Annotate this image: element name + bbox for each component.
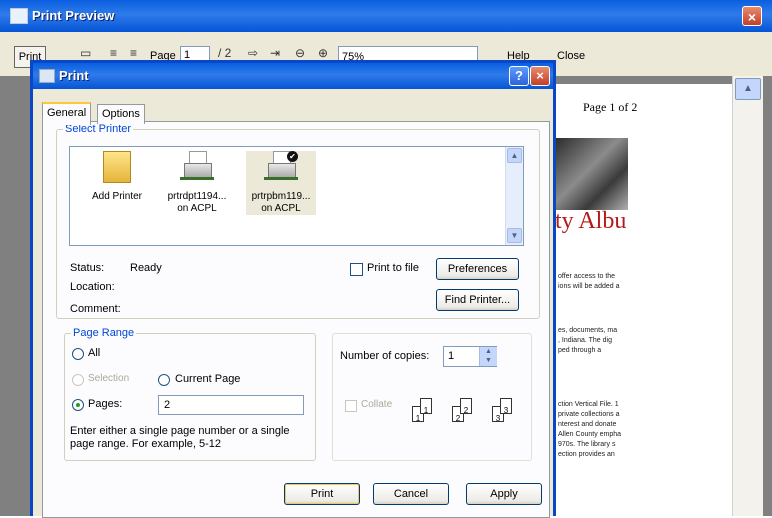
printer-name: prtrpbm119...	[251, 191, 311, 202]
page-range-legend: Page Range	[73, 327, 135, 339]
network-printer-icon	[180, 151, 214, 183]
status-label: Status:	[70, 262, 105, 274]
default-network-printer-icon: ✔	[264, 151, 298, 183]
preview-paragraph: es, documents, ma , Indiana. The dig ped…	[558, 327, 618, 354]
preview-vertical-scrollbar[interactable]: ▲	[732, 76, 763, 516]
preview-paragraph: ction Vertical File. 1 private collectio…	[558, 401, 622, 458]
collate-label: Collate	[361, 399, 393, 410]
print-preview-titlebar: Print Preview ×	[0, 0, 772, 32]
current-page-radio-label[interactable]: Current Page	[175, 373, 240, 385]
print-dialog-title: Print	[59, 68, 89, 83]
status-value: Ready	[130, 262, 162, 274]
print-to-file-checkbox[interactable]	[350, 263, 363, 276]
printer-list[interactable]: Add Printer prtrdpt1194... on ACPL ✔ prt…	[69, 146, 524, 246]
preferences-button[interactable]: Preferences	[436, 258, 519, 280]
preview-page-header: Page 1 of 2	[583, 100, 638, 114]
current-page-radio[interactable]	[158, 374, 170, 386]
print-button[interactable]: Print	[284, 483, 360, 505]
scroll-up-icon[interactable]: ▲	[735, 78, 761, 100]
collate-checkbox	[345, 400, 357, 412]
pages-radio[interactable]	[72, 399, 84, 411]
collate-sheet: 1	[420, 398, 432, 415]
print-preview-app-icon	[10, 8, 28, 24]
last-page-icon[interactable]: ⇥	[270, 46, 280, 60]
scroll-up-icon[interactable]: ▲	[507, 148, 522, 163]
tab-options[interactable]: Options	[97, 104, 145, 124]
print-preview-close-button[interactable]: ×	[742, 6, 762, 26]
single-page-icon[interactable]: ≡	[110, 46, 117, 60]
pages-input[interactable]: 2	[158, 395, 304, 415]
copies-spinner[interactable]: ▲ ▼	[479, 347, 497, 366]
collate-sheet: 3	[500, 398, 512, 415]
find-printer-button[interactable]: Find Printer...	[436, 289, 519, 311]
selection-radio-label: Selection	[88, 373, 130, 384]
apply-button[interactable]: Apply	[466, 483, 542, 505]
multi-page-icon[interactable]: ≡	[130, 46, 137, 60]
zoom-out-icon[interactable]: ⊖	[295, 46, 305, 60]
copies-label: Number of copies:	[340, 350, 430, 362]
preview-page-photo	[555, 138, 628, 210]
printer-list-scrollbar[interactable]: ▲ ▼	[505, 147, 523, 245]
preview-paragraph: offer access to the ions will be added a	[558, 273, 620, 290]
help-button[interactable]: ?	[509, 66, 529, 86]
page-range-hint: Enter either a single page number or a s…	[70, 425, 290, 450]
add-printer-icon	[103, 151, 131, 183]
printer-item-prtrdpt1194[interactable]: prtrdpt1194... on ACPL	[162, 151, 232, 215]
scroll-down-icon[interactable]: ▼	[507, 228, 522, 243]
printer-name: prtrdpt1194...	[167, 191, 227, 202]
collate-sheet: 2	[460, 398, 472, 415]
print-dialog-titlebar[interactable]: Print ? ×	[33, 63, 553, 89]
toolbar-close-button[interactable]: Close	[557, 46, 585, 66]
printer-name: Add Printer	[91, 191, 143, 202]
close-button[interactable]: ×	[530, 66, 550, 86]
printer-location: on ACPL	[177, 203, 217, 214]
location-label: Location:	[70, 281, 115, 293]
printer-item-add-printer[interactable]: Add Printer	[82, 151, 152, 203]
comment-label: Comment:	[70, 303, 121, 315]
preview-page-title: ty Albu	[555, 208, 627, 234]
print-preview-title: Print Preview	[32, 8, 115, 23]
tab-general[interactable]: General	[42, 102, 92, 125]
pages-radio-label[interactable]: Pages:	[88, 398, 122, 410]
all-radio-label[interactable]: All	[88, 347, 100, 359]
zoom-in-icon[interactable]: ⊕	[318, 46, 328, 60]
printer-item-prtrpbm119[interactable]: ✔ prtrpbm119... on ACPL	[246, 151, 316, 215]
page-setup-icon[interactable]: ▭	[80, 46, 91, 60]
cancel-button[interactable]: Cancel	[373, 483, 449, 505]
print-to-file-label[interactable]: Print to file	[367, 262, 419, 274]
page-count-icon: / 2	[218, 46, 232, 60]
all-radio[interactable]	[72, 348, 84, 360]
printer-icon	[39, 69, 55, 83]
next-page-icon[interactable]: ⇨	[248, 46, 258, 60]
selection-radio	[72, 374, 84, 386]
printer-location: on ACPL	[261, 203, 301, 214]
